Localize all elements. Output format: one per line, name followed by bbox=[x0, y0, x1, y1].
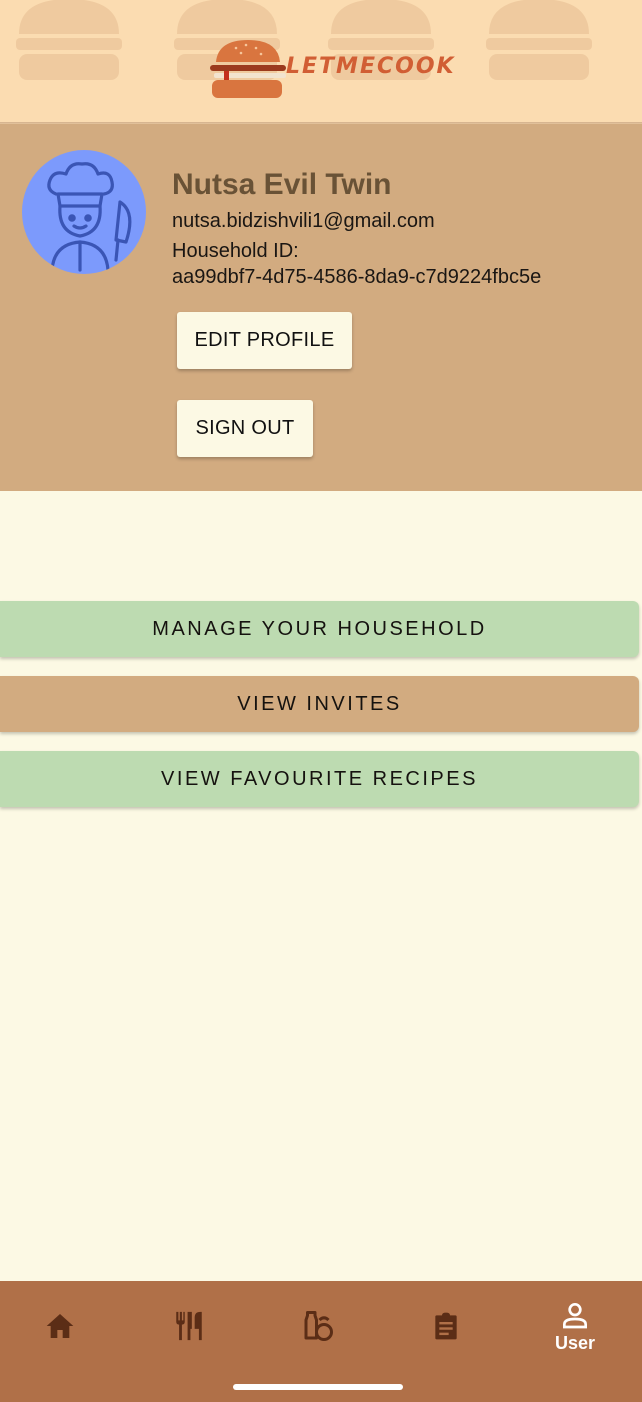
household-id-label: Household ID: bbox=[172, 240, 299, 262]
burger-logo-icon bbox=[210, 40, 286, 98]
sign-out-button[interactable]: SIGN OUT bbox=[177, 400, 313, 457]
logo-text: LETMECOOK bbox=[286, 54, 456, 79]
home-indicator[interactable] bbox=[233, 1384, 403, 1390]
nav-item-pantry[interactable] bbox=[254, 1281, 382, 1371]
burger-pattern-icon bbox=[16, 0, 122, 80]
view-favourite-recipes-button[interactable]: VIEW FAVOURITE RECIPES bbox=[0, 751, 639, 807]
chef-avatar-icon bbox=[47, 162, 132, 272]
profile-section: Nutsa Evil Twin nutsa.bidzishvili1@gmail… bbox=[0, 124, 642, 491]
nav-item-home[interactable] bbox=[0, 1281, 124, 1371]
burger-pattern-icon bbox=[486, 0, 592, 80]
nav-label-user: User bbox=[554, 1332, 596, 1353]
clipboard-icon bbox=[435, 1312, 457, 1340]
pantry-icon bbox=[304, 1311, 333, 1341]
user-icon bbox=[563, 1302, 587, 1328]
nav-item-user[interactable]: User bbox=[511, 1281, 639, 1371]
household-id-value: aa99dbf7-4d75-4586-8da9-c7d9224fbc5e bbox=[172, 266, 542, 288]
user-email: nutsa.bidzishvili1@gmail.com bbox=[172, 210, 435, 232]
manage-household-button[interactable]: MANAGE YOUR HOUSEHOLD bbox=[0, 601, 639, 657]
view-invites-button[interactable]: VIEW INVITES bbox=[0, 676, 639, 732]
app-logo: LETMECOOK bbox=[210, 38, 454, 100]
utensils-icon bbox=[176, 1311, 202, 1341]
edit-profile-button[interactable]: EDIT PROFILE bbox=[177, 312, 352, 369]
nav-item-recipes[interactable] bbox=[125, 1281, 253, 1371]
avatar bbox=[22, 150, 146, 274]
nav-item-shopping-list[interactable] bbox=[382, 1281, 510, 1371]
user-name: Nutsa Evil Twin bbox=[172, 168, 392, 201]
app-header: LETMECOOK bbox=[0, 0, 642, 124]
home-icon bbox=[46, 1314, 74, 1338]
